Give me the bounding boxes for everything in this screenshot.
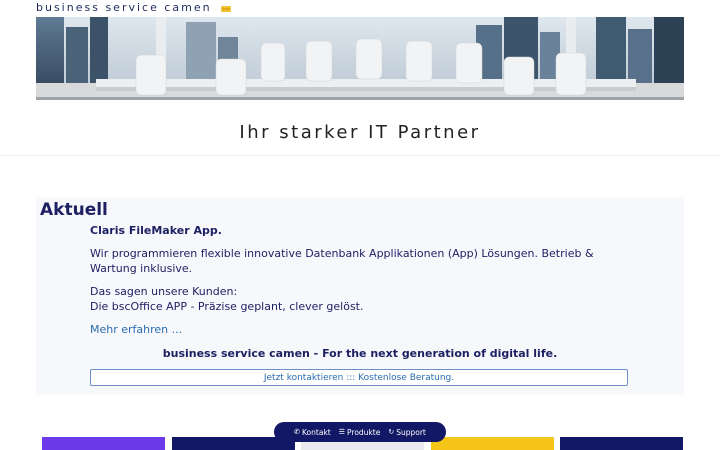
news-heading: Aktuell: [40, 200, 108, 220]
service-tile[interactable]: [431, 437, 554, 450]
page-tagline: Ihr starker IT Partner: [239, 122, 481, 143]
hero-banner: [36, 17, 684, 100]
contact-cta-button[interactable]: Jetzt kontaktieren ::: Kostenlose Beratu…: [90, 369, 628, 386]
brand-name: business service camen: [36, 1, 212, 14]
nav-kontakt-label: Kontakt: [302, 427, 331, 437]
nav-kontakt[interactable]: ✆ Kontakt: [294, 428, 331, 437]
news-body: Claris FileMaker App. Wir programmieren …: [90, 223, 630, 345]
nav-produkte[interactable]: ☰ Produkte: [339, 428, 381, 437]
list-icon: ☰: [338, 427, 346, 436]
phone-icon: ✆: [294, 427, 301, 436]
service-tile[interactable]: [42, 437, 165, 450]
testimonial-quote: Die bscOffice APP - Präzise geplant, cle…: [90, 300, 364, 313]
section-divider: [0, 155, 720, 156]
crown-icon: [221, 6, 232, 12]
service-tile[interactable]: [560, 437, 683, 450]
news-subheading: Claris FileMaker App.: [90, 224, 222, 237]
nav-produkte-label: Produkte: [347, 427, 381, 437]
sync-icon: ↻: [388, 427, 395, 436]
brand-logo[interactable]: business service camen: [36, 1, 232, 14]
news-testimonial: Das sagen unsere Kunden: Die bscOffice A…: [90, 284, 630, 314]
testimonial-intro: Das sagen unsere Kunden:: [90, 285, 238, 298]
hero-image: [36, 17, 684, 100]
learn-more-link[interactable]: Mehr erfahren ...: [90, 323, 182, 336]
news-paragraph: Wir programmieren flexible innovative Da…: [90, 247, 594, 275]
nav-support[interactable]: ↻ Support: [388, 428, 426, 437]
slogan-text: business service camen - For the next ge…: [162, 347, 558, 360]
floating-nav-bar: ✆ Kontakt ☰ Produkte ↻ Support: [274, 422, 446, 442]
nav-support-label: Support: [396, 427, 426, 437]
news-section: Aktuell Claris FileMaker App. Wir progra…: [36, 197, 684, 395]
